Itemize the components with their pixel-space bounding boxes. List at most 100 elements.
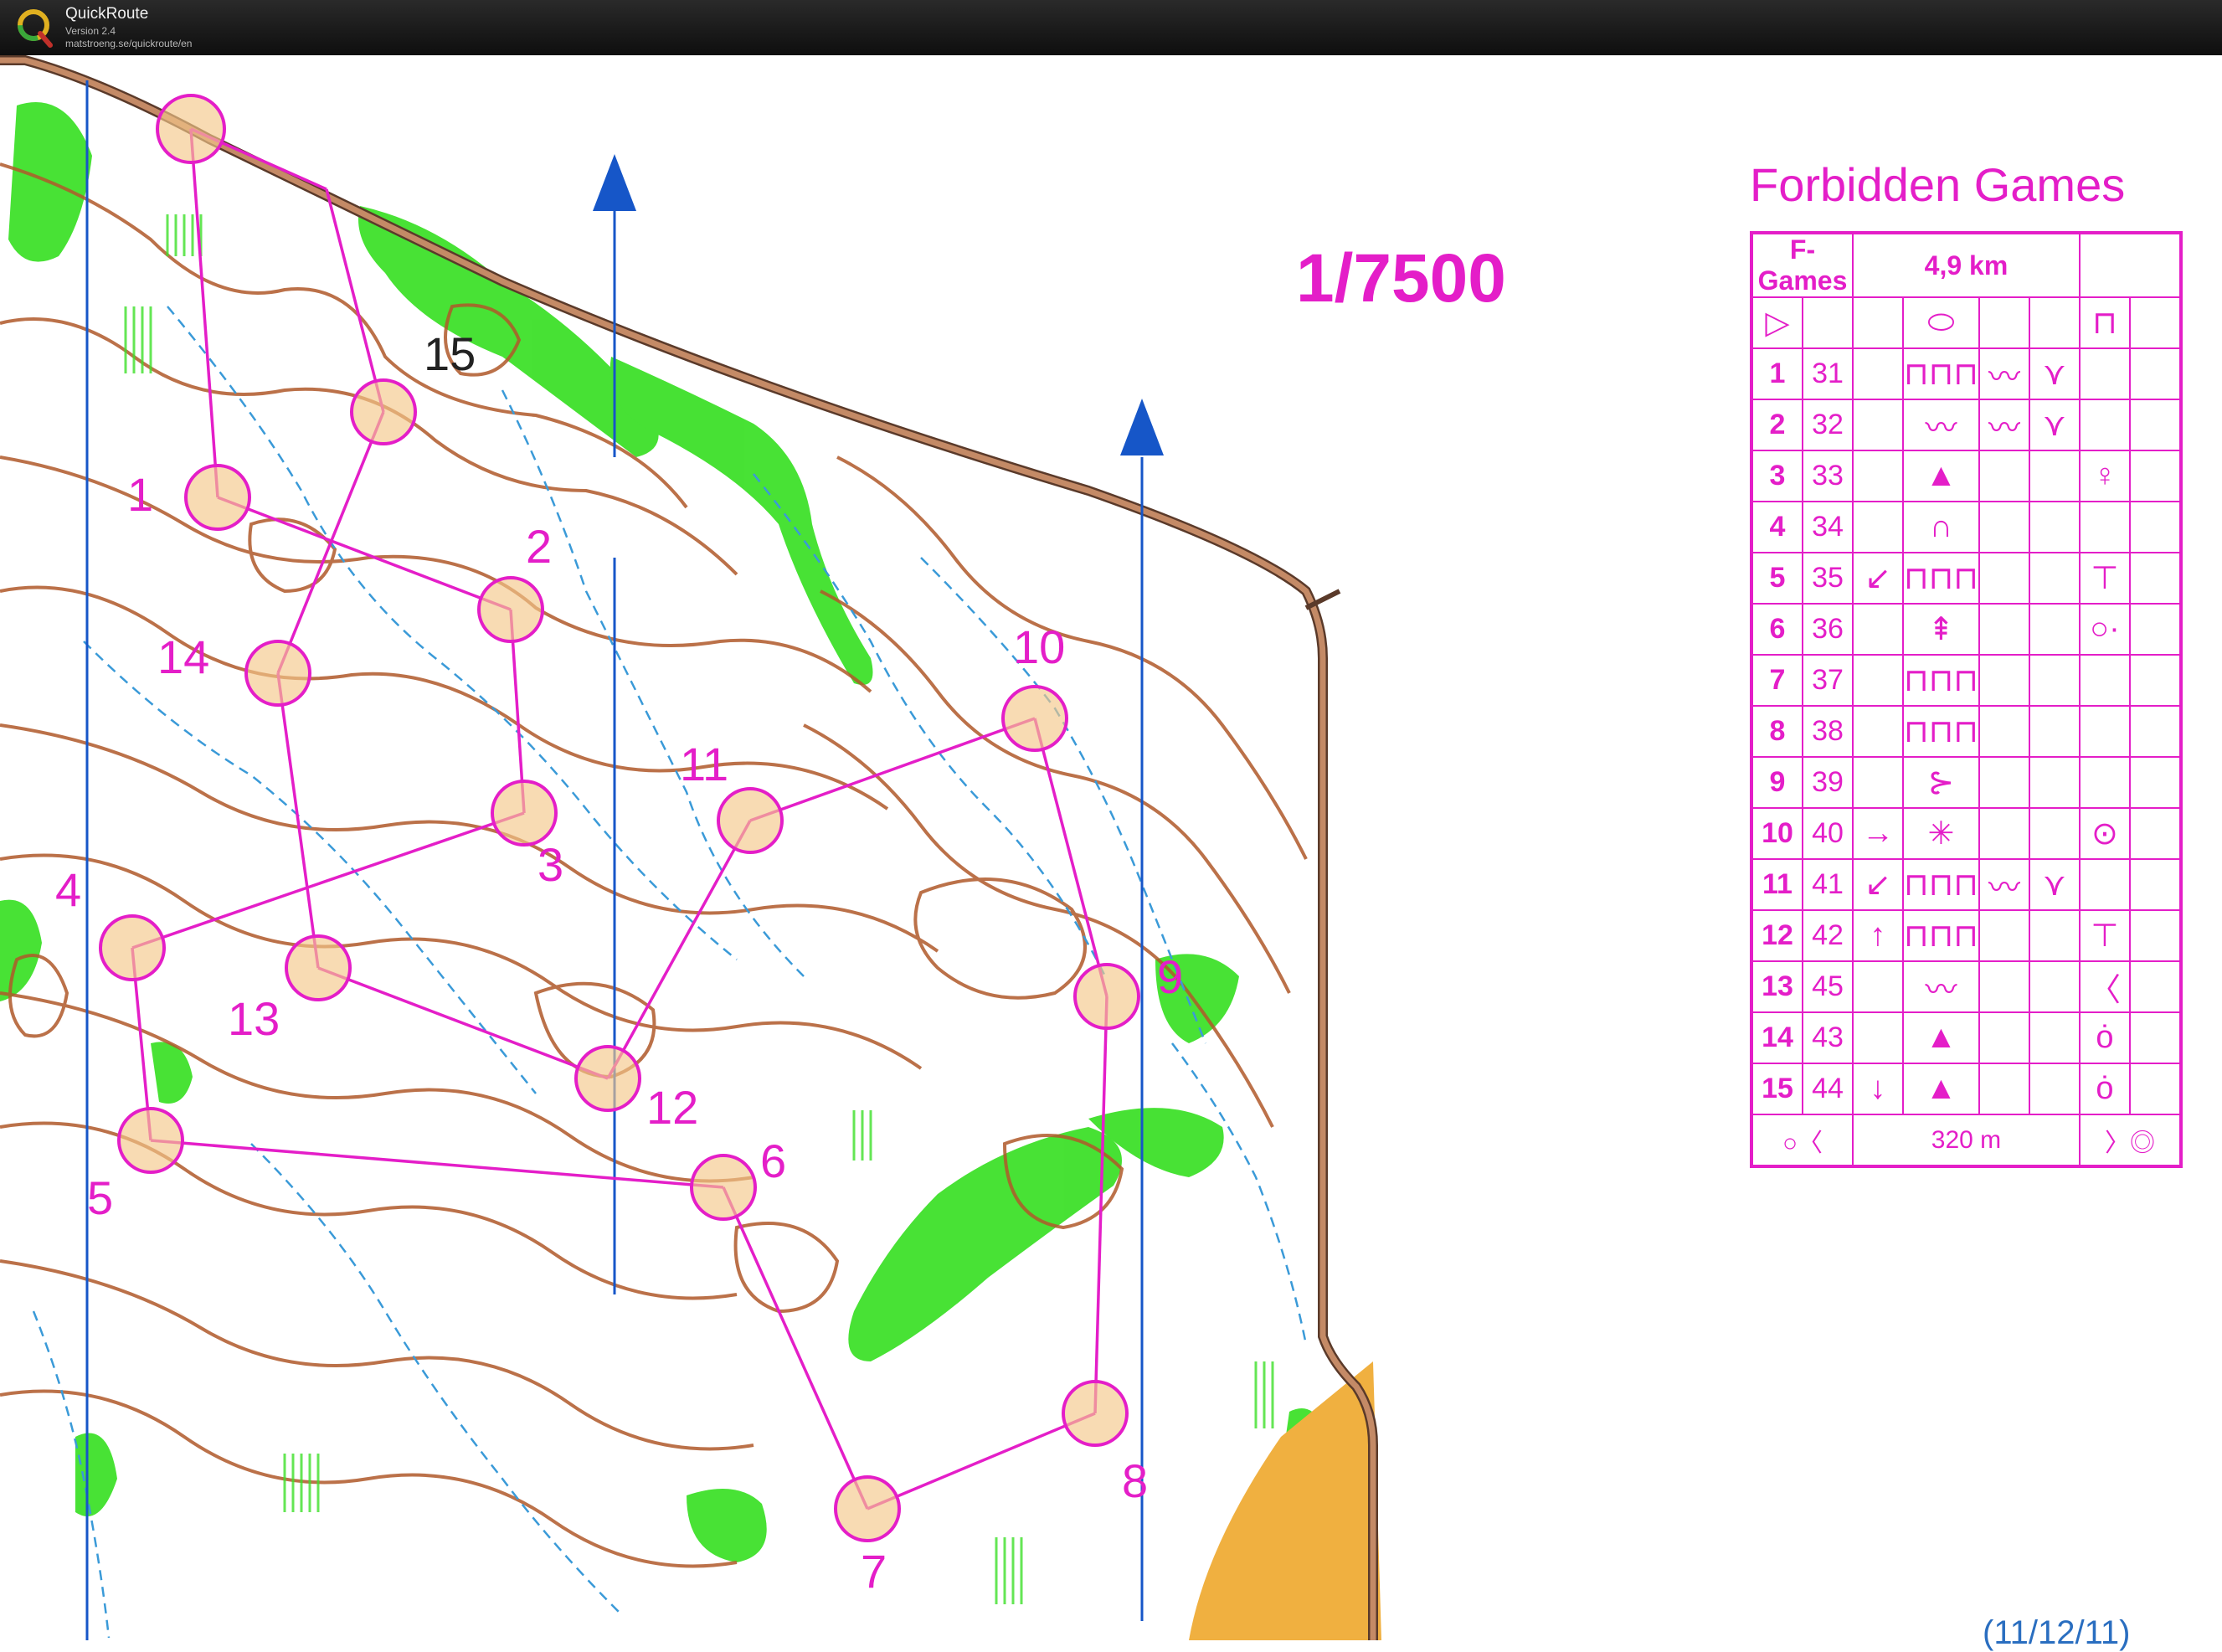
- map-scale: 1/7500: [1296, 240, 1506, 317]
- control-number: 1: [1751, 347, 1803, 400]
- control-code: 41: [1802, 858, 1854, 911]
- finish-path-icon: ○〈: [1751, 1114, 1854, 1167]
- map-control-number: 12: [646, 1081, 698, 1134]
- app-version: Version 2.4: [65, 25, 116, 37]
- control-description-rows: 1 31 ⊓⊓⊓ 〰 ⋎ 2 32 〰〰 ⋎ 3 33 ▲ ♀ 4 34 ∩ 5 35 ↙ ⊓⊓⊓ ⊤ 6 36 ⇞ ○· 7 37…: [1751, 347, 2182, 1115]
- map-date: (11/12/11): [1983, 1614, 2131, 1651]
- map-control-number: 11: [680, 738, 728, 790]
- direction-symbol: ↙: [1852, 858, 1904, 911]
- control-number: 5: [1751, 552, 1803, 605]
- detail-symbol: [2028, 807, 2081, 860]
- location-symbol: ȯ: [2078, 1011, 2131, 1064]
- control-number: 13: [1751, 960, 1803, 1013]
- other-symbol: [2128, 807, 2182, 860]
- appearance-symbol: [1978, 960, 2030, 1013]
- location-symbol: ⊙: [2078, 807, 2131, 860]
- map-control-number: 7: [861, 1545, 887, 1598]
- control-number: 3: [1751, 450, 1803, 502]
- direction-symbol: ↙: [1852, 552, 1904, 605]
- description-row: 8 38 ⊓⊓⊓: [1751, 705, 2182, 758]
- control-code: 34: [1802, 501, 1854, 553]
- feature-symbol: ⊓⊓⊓: [1902, 654, 1980, 707]
- control-number: 8: [1751, 705, 1803, 758]
- other-symbol: [2128, 603, 2182, 656]
- direction-symbol: [1852, 603, 1904, 656]
- location-symbol: [2078, 756, 2131, 809]
- location-symbol: [2078, 501, 2131, 553]
- control-number: 15: [1751, 1063, 1803, 1115]
- start-detail-icon: ⊓: [2078, 296, 2131, 349]
- location-symbol: ⊤: [2078, 909, 2131, 962]
- other-symbol: [2128, 347, 2182, 400]
- start-triangle-icon: [156, 94, 226, 164]
- start-feature-icon: ⬭: [1902, 296, 1980, 349]
- appearance-symbol: [1978, 603, 2030, 656]
- description-row: 12 42 ↑ ⊓⊓⊓ ⊤: [1751, 909, 2182, 962]
- control-code: 45: [1802, 960, 1854, 1013]
- feature-symbol: 〰: [1902, 399, 1980, 451]
- control-number: 10: [1751, 807, 1803, 860]
- location-symbol: [2078, 347, 2131, 400]
- direction-symbol: [1852, 960, 1904, 1013]
- control-number: 14: [1751, 1011, 1803, 1064]
- control-code: 31: [1802, 347, 1854, 400]
- control-code: 42: [1802, 909, 1854, 962]
- feature-symbol: ▲: [1902, 450, 1980, 502]
- map-control-number: 8: [1122, 1454, 1148, 1507]
- detail-symbol: [2028, 960, 2081, 1013]
- direction-symbol: [1852, 756, 1904, 809]
- detail-symbol: [2028, 603, 2081, 656]
- detail-symbol: [2028, 1063, 2081, 1115]
- appearance-symbol: 〰: [1978, 347, 2030, 400]
- location-symbol: [2078, 705, 2131, 758]
- other-symbol: [2128, 960, 2182, 1013]
- app-url: matstroeng.se/quickroute/en: [65, 38, 193, 49]
- appearance-symbol: [1978, 654, 2030, 707]
- other-symbol: [2128, 552, 2182, 605]
- description-row: 5 35 ↙ ⊓⊓⊓ ⊤: [1751, 552, 2182, 605]
- detail-symbol: [2028, 756, 2081, 809]
- feature-symbol: ⊓⊓⊓: [1902, 858, 1980, 911]
- appearance-symbol: [1978, 552, 2030, 605]
- map-control-number: 10: [1013, 620, 1065, 673]
- appearance-symbol: [1978, 1011, 2030, 1064]
- location-symbol: ȯ: [2078, 1063, 2131, 1115]
- app-name: QuickRoute: [65, 5, 149, 23]
- description-row: 7 37 ⊓⊓⊓: [1751, 654, 2182, 707]
- appearance-symbol: [1978, 450, 2030, 502]
- other-symbol: [2128, 1011, 2182, 1064]
- feature-symbol: ▲: [1902, 1011, 1980, 1064]
- direction-symbol: ↓: [1852, 1063, 1904, 1115]
- map-control-number: 1: [127, 468, 153, 521]
- map-control-number: 2: [526, 520, 552, 573]
- map-control-number: 15: [424, 327, 476, 380]
- detail-symbol: [2028, 552, 2081, 605]
- description-row: 1 31 ⊓⊓⊓ 〰 ⋎: [1751, 347, 2182, 400]
- other-symbol: [2128, 705, 2182, 758]
- direction-symbol: →: [1852, 807, 1904, 860]
- control-code: 39: [1802, 756, 1854, 809]
- direction-symbol: [1852, 705, 1904, 758]
- appearance-symbol: [1978, 501, 2030, 553]
- feature-symbol: ∩: [1902, 501, 1980, 553]
- orienteering-map[interactable]: 1 2 3 4 5 6 7 8 9 10 11 12 13 14 15 Forb…: [0, 55, 2222, 1651]
- appearance-symbol: 〰: [1978, 858, 2030, 911]
- control-code: 32: [1802, 399, 1854, 451]
- feature-symbol: ⊓⊓⊓: [1902, 552, 1980, 605]
- other-symbol: [2128, 501, 2182, 553]
- finish-circle-icon: 〉◎: [2078, 1114, 2182, 1167]
- quickroute-logo-icon: [18, 9, 53, 48]
- location-symbol: ♀: [2078, 450, 2131, 502]
- control-code: 38: [1802, 705, 1854, 758]
- location-symbol: [2078, 399, 2131, 451]
- control-number: 2: [1751, 399, 1803, 451]
- map-control-number: 4: [55, 863, 81, 916]
- description-row: 11 41 ↙ ⊓⊓⊓ 〰 ⋎: [1751, 858, 2182, 911]
- control-code: 33: [1802, 450, 1854, 502]
- other-symbol: [2128, 450, 2182, 502]
- appearance-symbol: [1978, 705, 2030, 758]
- detail-symbol: ⋎: [2028, 858, 2081, 911]
- appearance-symbol: 〰: [1978, 399, 2030, 451]
- other-symbol: [2128, 756, 2182, 809]
- map-control-number: 6: [760, 1135, 786, 1187]
